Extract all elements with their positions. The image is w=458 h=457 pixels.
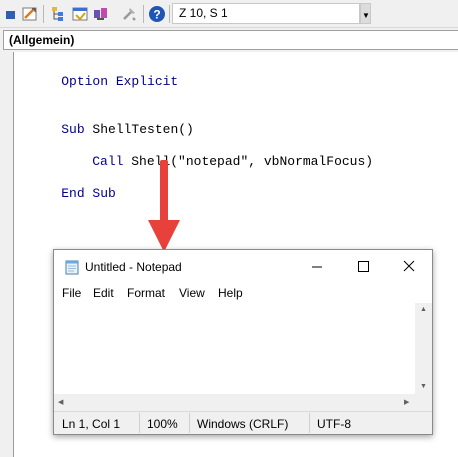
object-dropdown[interactable]: (Allgemein): [3, 30, 458, 50]
menu-view[interactable]: View: [179, 286, 205, 300]
horizontal-scrollbar[interactable]: ◀ ▶: [54, 394, 415, 411]
chevron-down-icon: ▼: [362, 11, 370, 20]
red-arrow-icon: [148, 160, 180, 252]
scrollbar-corner: [415, 394, 432, 411]
maximize-button[interactable]: [340, 250, 386, 283]
notepad-status-bar: Ln 1, Col 1 100% Windows (CRLF) UTF-8: [54, 411, 432, 434]
status-zoom: 100%: [147, 417, 178, 431]
code-keyword: Sub: [61, 122, 85, 137]
svg-text:?: ?: [153, 8, 160, 22]
help-icon[interactable]: ?: [148, 5, 166, 23]
notepad-menu-bar: File Edit Format View Help: [54, 283, 432, 303]
status-separator: [309, 413, 310, 433]
status-encoding: UTF-8: [317, 417, 351, 431]
notepad-title-bar[interactable]: Untitled - Notepad: [54, 250, 432, 283]
status-separator: [139, 413, 140, 433]
cursor-position-display: Z 10, S 1: [172, 3, 360, 24]
design-mode-icon[interactable]: [21, 5, 39, 23]
code-line: Option Explicit: [30, 58, 178, 106]
menu-file[interactable]: File: [62, 286, 81, 300]
code-keyword: End Sub: [61, 186, 116, 201]
scroll-left-icon[interactable]: ◀: [58, 399, 63, 407]
toolbar-separator: [43, 5, 44, 23]
code-text: ShellTesten(): [84, 122, 194, 137]
properties-window-icon[interactable]: [71, 5, 89, 23]
code-keyword: Option Explicit: [61, 74, 179, 89]
status-separator: [189, 413, 190, 433]
object-browser-icon[interactable]: [92, 5, 110, 23]
scroll-right-icon[interactable]: ▶: [404, 399, 409, 407]
code-keyword: Call: [92, 154, 124, 169]
status-position: Ln 1, Col 1: [62, 417, 121, 431]
scroll-down-icon[interactable]: ▼: [420, 383, 427, 391]
vertical-scrollbar[interactable]: ▲ ▼: [415, 303, 432, 394]
menu-edit[interactable]: Edit: [93, 286, 114, 300]
menu-format[interactable]: Format: [127, 286, 165, 300]
notepad-icon: [65, 260, 79, 275]
close-button[interactable]: [386, 250, 432, 283]
toolbar-options-button[interactable]: ▼: [360, 3, 371, 24]
code-line: End Sub: [30, 170, 116, 218]
toolbar-separator: [169, 5, 170, 23]
project-explorer-icon[interactable]: [50, 5, 68, 23]
object-bar: (Allgemein): [0, 28, 458, 52]
toolbar-separator: [143, 5, 144, 23]
view-object-icon[interactable]: [2, 5, 20, 23]
minimize-button[interactable]: [294, 250, 340, 283]
notepad-window: Untitled - Notepad File Edit Format View…: [53, 249, 433, 435]
notepad-title: Untitled - Notepad: [85, 260, 182, 274]
toolbox-icon[interactable]: [120, 5, 138, 23]
status-line-endings: Windows (CRLF): [197, 417, 289, 431]
scroll-up-icon[interactable]: ▲: [420, 306, 427, 314]
menu-help[interactable]: Help: [218, 286, 243, 300]
standard-toolbar: ? Z 10, S 1 ▼: [0, 0, 458, 28]
code-margin-indicator-bar[interactable]: [0, 52, 14, 457]
